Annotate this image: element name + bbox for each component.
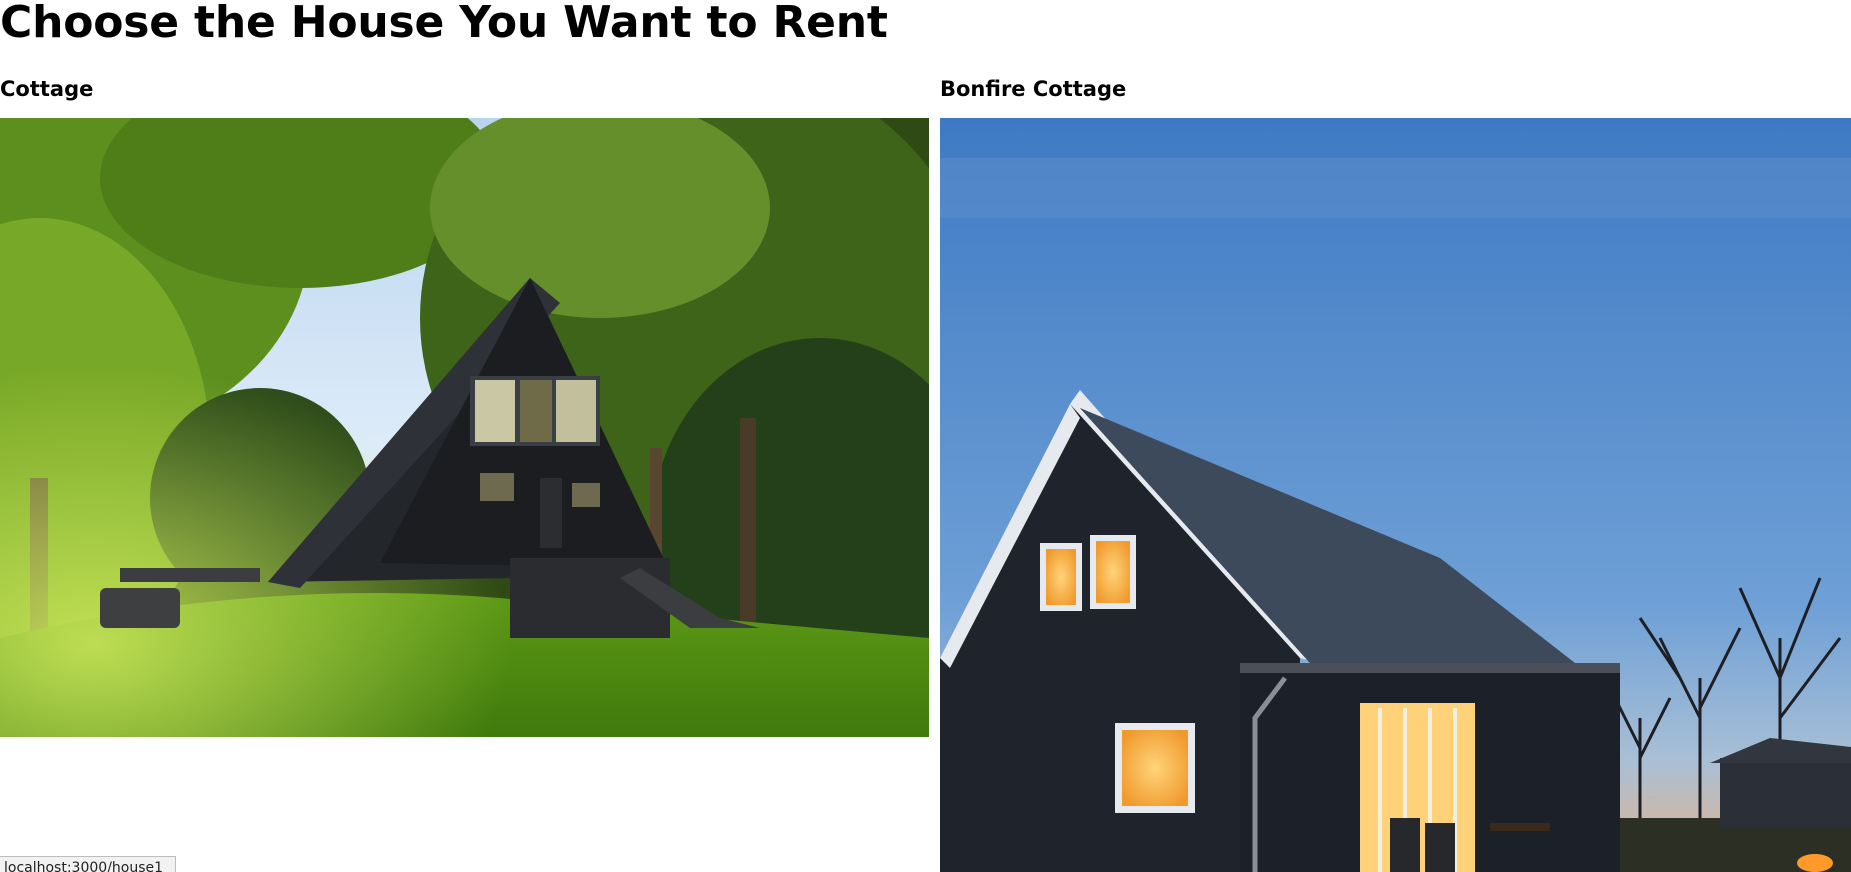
house-title: Bonfire Cottage — [940, 77, 1127, 101]
status-bar-url: localhost:3000/house1 — [0, 856, 176, 872]
page: Choose the House You Want to Rent Cottag… — [0, 0, 1851, 872]
page-title: Choose the House You Want to Rent — [0, 0, 888, 48]
house-title: Cottage — [0, 77, 94, 101]
bonfire-cottage-photo — [940, 118, 1851, 872]
cottage-photo-link[interactable] — [0, 118, 929, 737]
house-card-bonfire-cottage[interactable]: Bonfire Cottage — [940, 76, 1851, 102]
a-frame-cottage-photo — [0, 118, 929, 737]
house-card-cottage[interactable]: Cottage — [0, 76, 929, 102]
bonfire-cottage-photo-link[interactable] — [940, 118, 1851, 872]
